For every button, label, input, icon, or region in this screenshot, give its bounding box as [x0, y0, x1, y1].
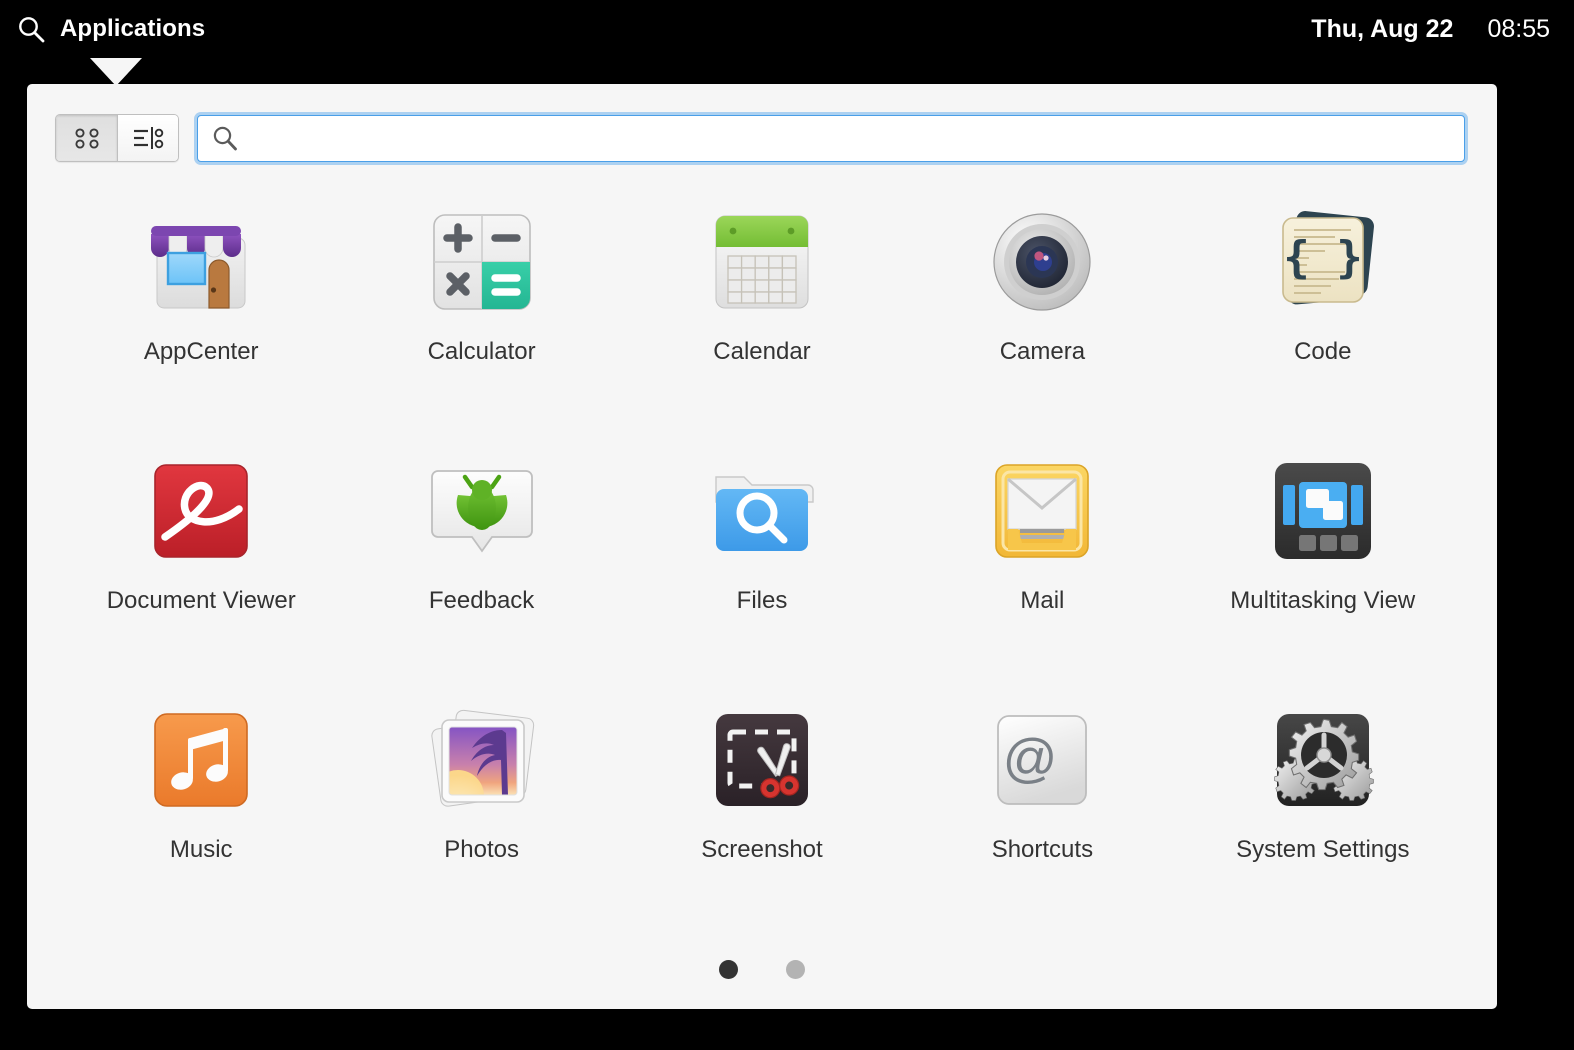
app-label: Screenshot: [701, 836, 823, 863]
app-item-screenshot[interactable]: Screenshot: [622, 680, 902, 929]
app-label: Code: [1294, 338, 1352, 365]
document-viewer-icon: [139, 449, 263, 573]
app-item-camera[interactable]: Camera: [902, 182, 1182, 431]
popover-header: [27, 84, 1497, 162]
view-switcher: [55, 114, 179, 162]
app-label: Files: [736, 587, 788, 614]
appcenter-icon: [139, 200, 263, 324]
app-label: Shortcuts: [991, 836, 1094, 863]
photos-icon: [420, 698, 544, 822]
files-folder-icon: [700, 449, 824, 573]
category-view-button[interactable]: [117, 115, 178, 161]
app-item-appcenter[interactable]: AppCenter: [61, 182, 341, 431]
app-item-files[interactable]: Files: [622, 431, 902, 680]
search-icon: [198, 124, 247, 152]
app-label: Music: [169, 836, 233, 863]
app-label: Calendar: [713, 338, 811, 365]
app-item-code[interactable]: { } Code: [1183, 182, 1463, 431]
page-dot-2[interactable]: [786, 959, 805, 979]
app-label: System Settings: [1236, 836, 1410, 863]
category-list-icon: [132, 125, 164, 151]
app-item-system-settings[interactable]: System Settings: [1183, 680, 1463, 929]
top-panel: Applications Thu, Aug 22 08:55: [0, 0, 1574, 58]
app-label: AppCenter: [143, 338, 259, 365]
grid-view-button[interactable]: [56, 115, 117, 161]
panel-date[interactable]: Thu, Aug 22: [1311, 15, 1453, 44]
camera-icon: [980, 200, 1104, 324]
multitasking-view-icon: [1261, 449, 1385, 573]
app-item-shortcuts[interactable]: @ Shortcuts: [902, 680, 1182, 929]
grid-dots-icon: [72, 125, 102, 151]
system-settings-gears-icon: [1261, 698, 1385, 822]
app-item-multitasking-view[interactable]: Multitasking View: [1183, 431, 1463, 680]
app-item-mail[interactable]: Mail: [902, 431, 1182, 680]
app-label: Feedback: [428, 587, 535, 614]
applications-menu-button[interactable]: Applications: [0, 0, 205, 58]
app-item-calendar[interactable]: Calendar: [622, 182, 902, 431]
app-item-photos[interactable]: Photos: [341, 680, 621, 929]
panel-time[interactable]: 08:55: [1487, 15, 1550, 44]
app-item-calculator[interactable]: Calculator: [341, 182, 621, 431]
app-item-music[interactable]: Music: [61, 680, 341, 929]
app-label: Multitasking View: [1230, 587, 1416, 614]
app-label: Photos: [444, 836, 519, 863]
applications-label: Applications: [60, 15, 206, 42]
app-item-document-viewer[interactable]: Document Viewer: [61, 431, 341, 680]
app-item-feedback[interactable]: Feedback: [341, 431, 621, 680]
app-label: Calculator: [427, 338, 536, 365]
mail-envelope-icon: [980, 449, 1104, 573]
page-indicator: [27, 929, 1497, 1009]
feedback-bug-icon: [420, 449, 544, 573]
code-icon: { }: [1261, 200, 1385, 324]
page-dot-1[interactable]: [719, 959, 738, 979]
search-input[interactable]: [247, 115, 1464, 161]
calculator-icon: [420, 200, 544, 324]
shortcuts-at-key-icon: @: [980, 698, 1104, 822]
search-icon: [16, 14, 46, 44]
svg-text:{ }: { }: [1283, 232, 1362, 283]
applications-popover: AppCenter Calculator Calendar Camera {}…: [27, 84, 1497, 1009]
panel-clock-area: Thu, Aug 22 08:55: [1311, 15, 1574, 44]
popover-arrow: [90, 58, 142, 86]
app-label: Document Viewer: [106, 587, 296, 614]
calendar-icon: [700, 200, 824, 324]
svg-text:@: @: [1003, 728, 1058, 788]
music-note-icon: [139, 698, 263, 822]
app-search-box[interactable]: [197, 114, 1465, 162]
app-label: Mail: [1020, 587, 1065, 614]
app-label: Camera: [999, 338, 1086, 365]
application-grid: AppCenter Calculator Calendar Camera {}…: [27, 162, 1497, 929]
screenshot-scissors-icon: [700, 698, 824, 822]
